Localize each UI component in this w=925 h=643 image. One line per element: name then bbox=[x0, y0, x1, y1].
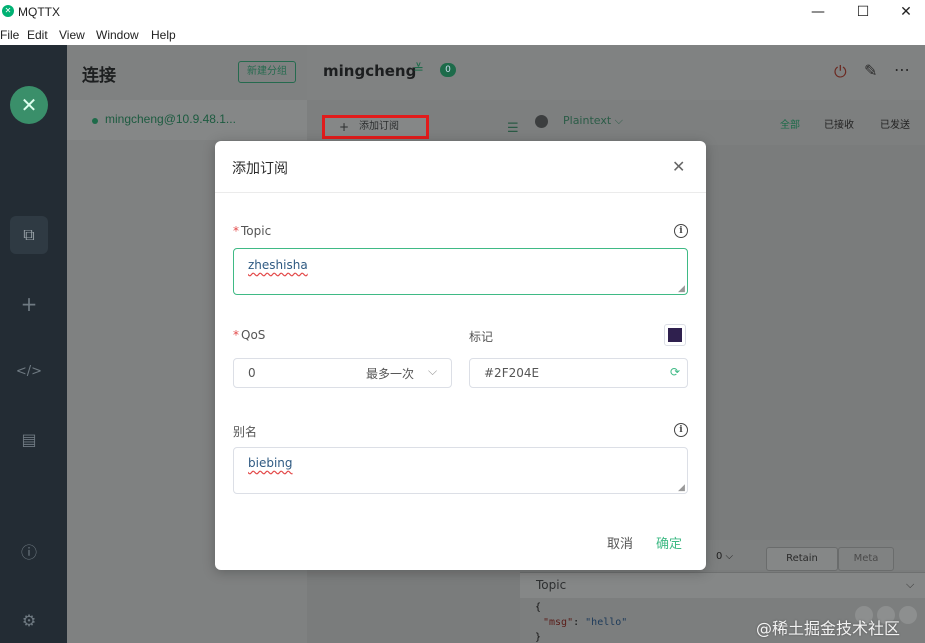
publish-topic-input[interactable] bbox=[520, 572, 925, 599]
maximize-button[interactable]: ☐ bbox=[840, 0, 886, 25]
close-window-button[interactable]: ✕ bbox=[883, 0, 925, 25]
payload-value: "hello" bbox=[585, 617, 628, 628]
client-name: mingcheng bbox=[323, 62, 417, 80]
resize-handle-icon[interactable]: ◢ bbox=[678, 284, 685, 294]
payload-format-select[interactable]: Plaintext ⌵ bbox=[563, 114, 623, 128]
alias-label: 别名 bbox=[233, 425, 258, 439]
watermark: @稀土掘金技术社区 bbox=[756, 619, 901, 638]
alias-info-icon[interactable]: i bbox=[674, 423, 688, 437]
dialog-divider bbox=[215, 192, 706, 193]
close-icon[interactable]: ✕ bbox=[672, 157, 685, 176]
menu-file[interactable]: File bbox=[0, 28, 19, 42]
publish-topic-placeholder: Topic bbox=[536, 578, 567, 592]
publish-qos-value: 0 bbox=[716, 551, 723, 562]
settings-gear-icon[interactable]: ⚙ bbox=[10, 602, 48, 640]
color-label: 标记 bbox=[469, 330, 494, 344]
window-title: MQTTX bbox=[18, 5, 60, 19]
dialog-title: 添加订阅 bbox=[232, 161, 288, 177]
color-field-value: #2F204E bbox=[484, 366, 540, 380]
more-icon[interactable]: ⋯ bbox=[894, 60, 910, 79]
connections-title: 连接 bbox=[82, 66, 116, 86]
confirm-button[interactable]: 确定 bbox=[656, 533, 682, 552]
payload-line: } bbox=[535, 632, 542, 643]
log-icon[interactable]: ▤ bbox=[10, 421, 48, 459]
qos-label: * QoS bbox=[233, 328, 266, 342]
publish-qos-select[interactable]: 0 ⌵ bbox=[716, 551, 733, 562]
topic-label: * Topic bbox=[233, 224, 272, 238]
add-subscription-label: 添加订阅 bbox=[359, 121, 399, 132]
chevron-down-icon: ⌵ bbox=[428, 364, 438, 378]
about-info-icon[interactable]: ⓘ bbox=[10, 534, 48, 572]
mqttx-logo-icon: ✕ bbox=[10, 86, 48, 124]
script-code-icon[interactable]: </> bbox=[10, 353, 48, 391]
payload-line: "msg": "hello" bbox=[543, 617, 627, 628]
menu-edit[interactable]: Edit bbox=[27, 28, 48, 42]
payload-format-label: Plaintext bbox=[563, 114, 612, 127]
color-swatch bbox=[668, 328, 682, 342]
connections-nav-icon[interactable]: ⧉ bbox=[10, 216, 48, 254]
filter-all[interactable]: 全部 bbox=[780, 116, 800, 131]
message-count-badge: 0 bbox=[440, 63, 456, 77]
edit-icon[interactable]: ✎ bbox=[864, 61, 877, 80]
meta-button[interactable]: Meta bbox=[838, 547, 894, 571]
menu-window[interactable]: Window bbox=[96, 28, 139, 42]
menu-help[interactable]: Help bbox=[151, 28, 176, 42]
qos-select-value: 0 bbox=[248, 366, 256, 380]
topic-info-icon[interactable]: i bbox=[674, 224, 688, 238]
payload-key: "msg" bbox=[543, 617, 574, 628]
alias-field-value: biebing bbox=[248, 456, 293, 470]
filter-received[interactable]: 已接收 bbox=[824, 116, 854, 131]
minimize-button[interactable]: — bbox=[795, 0, 841, 25]
add-subscription-dialog bbox=[215, 141, 706, 570]
new-group-button[interactable]: 新建分组 bbox=[238, 61, 296, 83]
app-logo-icon: ✕ bbox=[2, 5, 14, 17]
send-icon[interactable] bbox=[899, 606, 917, 624]
add-subscription-button[interactable]: + 添加订阅 bbox=[322, 115, 429, 139]
filter-sent[interactable]: 已发送 bbox=[880, 116, 910, 131]
connection-name: mingcheng@10.9.48.1... bbox=[105, 112, 236, 126]
resize-handle-icon[interactable]: ◢ bbox=[678, 483, 685, 493]
topic-field-value: zheshisha bbox=[248, 258, 308, 272]
payload-line: { bbox=[535, 602, 542, 613]
menu-view[interactable]: View bbox=[59, 28, 85, 42]
refresh-color-icon[interactable]: ⟳ bbox=[670, 365, 680, 379]
retain-toggle[interactable]: Retain bbox=[766, 547, 838, 571]
subscription-list-icon[interactable]: ☰ bbox=[507, 121, 519, 136]
cancel-button[interactable]: 取消 bbox=[607, 533, 633, 552]
qos-select-description: 最多一次 bbox=[366, 367, 415, 381]
payload-separator: : bbox=[573, 617, 586, 628]
double-chevron-down-icon[interactable]: ≚ bbox=[413, 62, 424, 77]
chevron-down-icon[interactable]: ⌵ bbox=[906, 578, 914, 592]
payload-type-dot bbox=[535, 115, 548, 128]
title-bar bbox=[0, 0, 925, 25]
plus-icon: + bbox=[339, 120, 350, 134]
connection-status-dot bbox=[92, 118, 98, 124]
qos-select[interactable] bbox=[233, 358, 452, 388]
disconnect-power-icon[interactable]: ⏻ bbox=[834, 62, 847, 82]
alias-field[interactable] bbox=[233, 447, 688, 494]
new-connection-icon[interactable]: + bbox=[10, 285, 48, 323]
